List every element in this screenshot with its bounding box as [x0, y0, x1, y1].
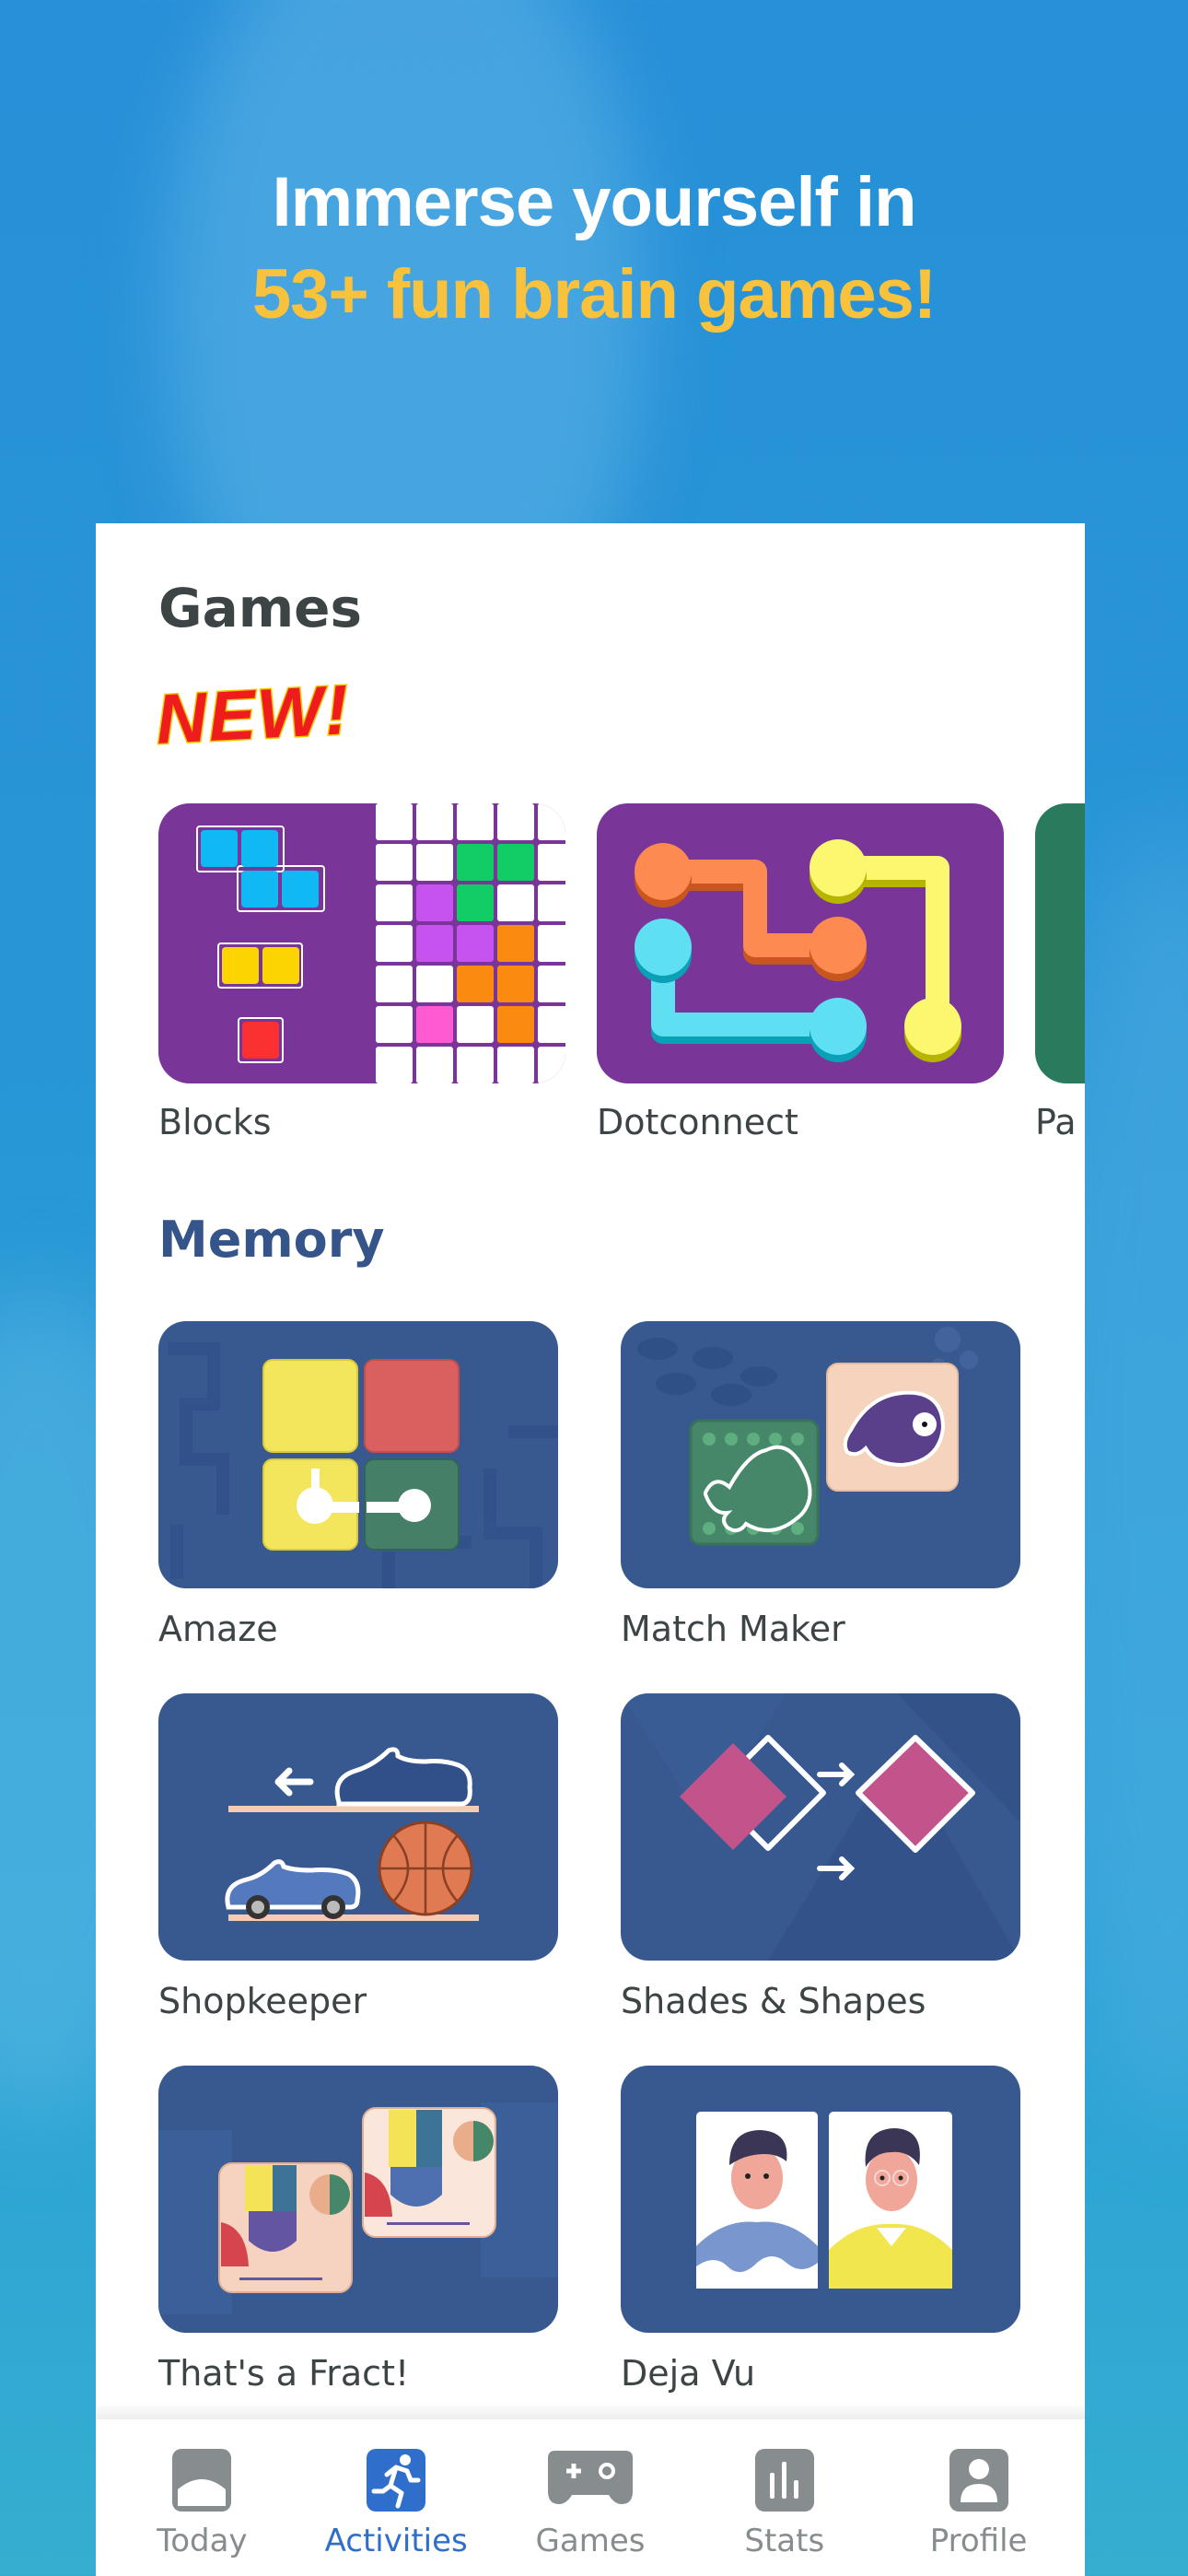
game-title: Pa	[1035, 1102, 1077, 1142]
game-tile-thats-a-fract[interactable]: That's a Fract!	[158, 2066, 558, 2394]
tab-label: Activities	[324, 2523, 468, 2559]
bottom-tab-bar: Today Activities Games Stats Profile	[96, 2419, 1085, 2576]
amaze-illustration	[168, 1342, 558, 1588]
board-cell	[538, 925, 565, 962]
board-cell	[457, 925, 494, 962]
promo-headline-line2: 53+ fun brain games!	[251, 255, 937, 334]
shopkeeper-thumbnail	[158, 1693, 558, 1961]
game-tile-shopkeeper[interactable]: Shopkeeper	[158, 1693, 558, 2021]
thats-a-fract-thumbnail	[158, 2066, 558, 2333]
board-cell	[497, 966, 534, 1002]
tab-stats[interactable]: Stats	[693, 2419, 877, 2559]
dotconnect-illustration	[635, 839, 961, 1062]
board-cell	[457, 844, 494, 881]
tab-activities[interactable]: Activities	[304, 2419, 488, 2559]
game-title: That's a Fract!	[158, 2353, 410, 2394]
tab-label: Games	[535, 2523, 646, 2559]
game-tile-dotconnect[interactable]: Dotconnect	[597, 803, 1004, 1142]
game-tile-deja-vu[interactable]: Deja Vu	[621, 2066, 1020, 2394]
game-title: Blocks	[158, 1102, 272, 1142]
shopkeeper-illustration	[225, 1747, 479, 1921]
deja-vu-thumbnail	[621, 2066, 1020, 2333]
board-cell	[457, 966, 494, 1002]
game-tile-shades-shapes[interactable]: Shades & Shapes	[621, 1693, 1020, 2021]
board-cell	[416, 884, 453, 921]
gamepad-icon	[547, 2451, 633, 2504]
board-cell	[538, 966, 565, 1002]
board-cell	[538, 803, 565, 840]
blocks-board	[376, 803, 565, 1083]
game-tile-partial[interactable]: Pa	[1035, 803, 1085, 1142]
thats-a-fract-illustration	[158, 2102, 558, 2314]
match-maker-thumbnail	[621, 1321, 1020, 1588]
board-cell	[538, 1047, 565, 1083]
bar-chart-icon	[754, 2449, 814, 2512]
blocks-illustration	[196, 803, 565, 1083]
today-icon	[172, 2449, 232, 2512]
board-cell	[497, 1047, 534, 1083]
tab-label: Profile	[929, 2523, 1028, 2559]
promo-headline-line1: Immerse yourself in	[272, 163, 916, 241]
board-cell	[376, 844, 413, 881]
board-cell	[538, 1006, 565, 1043]
game-title: Match Maker	[621, 1609, 845, 1649]
new-games-carousel[interactable]: Blocks Dotconnect Pa	[158, 803, 1085, 1142]
board-cell	[376, 884, 413, 921]
board-cell	[376, 966, 413, 1002]
page-title: Games	[158, 577, 363, 639]
board-cell	[376, 1006, 413, 1043]
tab-today[interactable]: Today	[110, 2419, 294, 2559]
game-title: Dotconnect	[597, 1102, 798, 1142]
board-cell	[416, 1006, 453, 1043]
fract-card-left	[218, 2162, 353, 2293]
game-tile-blocks[interactable]: Blocks	[158, 803, 565, 1142]
nav-divider	[96, 2403, 1085, 2421]
game-title: Shades & Shapes	[621, 1981, 926, 2021]
person-icon	[949, 2449, 1008, 2512]
deja-vu-illustration	[696, 2112, 952, 2289]
tab-games[interactable]: Games	[498, 2419, 682, 2559]
shades-shapes-illustration	[621, 1693, 1020, 1961]
board-cell	[538, 844, 565, 881]
blocks-thumbnail	[158, 803, 565, 1083]
board-cell	[457, 1047, 494, 1083]
amaze-thumbnail	[158, 1321, 558, 1588]
game-title: Amaze	[158, 1609, 278, 1649]
board-cell	[416, 1047, 453, 1083]
games-screen: Games NEW! Blocks Dotconnect Pa Memory A…	[96, 523, 1085, 2576]
dotconnect-thumbnail	[597, 803, 1004, 1083]
shades-shapes-thumbnail	[621, 1693, 1020, 1961]
game-tile-amaze[interactable]: Amaze	[158, 1321, 558, 1649]
new-badge: NEW!	[153, 670, 354, 761]
board-cell	[497, 925, 534, 962]
game-tile-match-maker[interactable]: Match Maker	[621, 1321, 1020, 1649]
board-cell	[376, 925, 413, 962]
board-cell	[376, 1047, 413, 1083]
board-cell	[416, 844, 453, 881]
tab-label: Today	[157, 2523, 248, 2559]
board-cell	[416, 966, 453, 1002]
board-cell	[538, 884, 565, 921]
board-cell	[457, 1006, 494, 1043]
section-title-memory: Memory	[158, 1211, 385, 1269]
game-title: Deja Vu	[621, 2353, 756, 2394]
match-maker-illustration	[637, 1327, 978, 1546]
game-title: Shopkeeper	[158, 1981, 367, 2021]
promo-headline: Immerse yourself in 53+ fun brain games!	[0, 157, 1188, 341]
board-cell	[416, 803, 453, 840]
tab-label: Stats	[744, 2523, 825, 2559]
board-cell	[416, 925, 453, 962]
board-cell	[497, 844, 534, 881]
running-person-icon	[367, 2449, 426, 2512]
board-cell	[457, 884, 494, 921]
board-cell	[497, 1006, 534, 1043]
partial-thumbnail	[1035, 803, 1085, 1083]
tab-profile[interactable]: Profile	[887, 2419, 1071, 2559]
board-cell	[457, 803, 494, 840]
fract-card-right	[362, 2107, 496, 2238]
board-cell	[497, 803, 534, 840]
board-cell	[376, 803, 413, 840]
board-cell	[497, 884, 534, 921]
